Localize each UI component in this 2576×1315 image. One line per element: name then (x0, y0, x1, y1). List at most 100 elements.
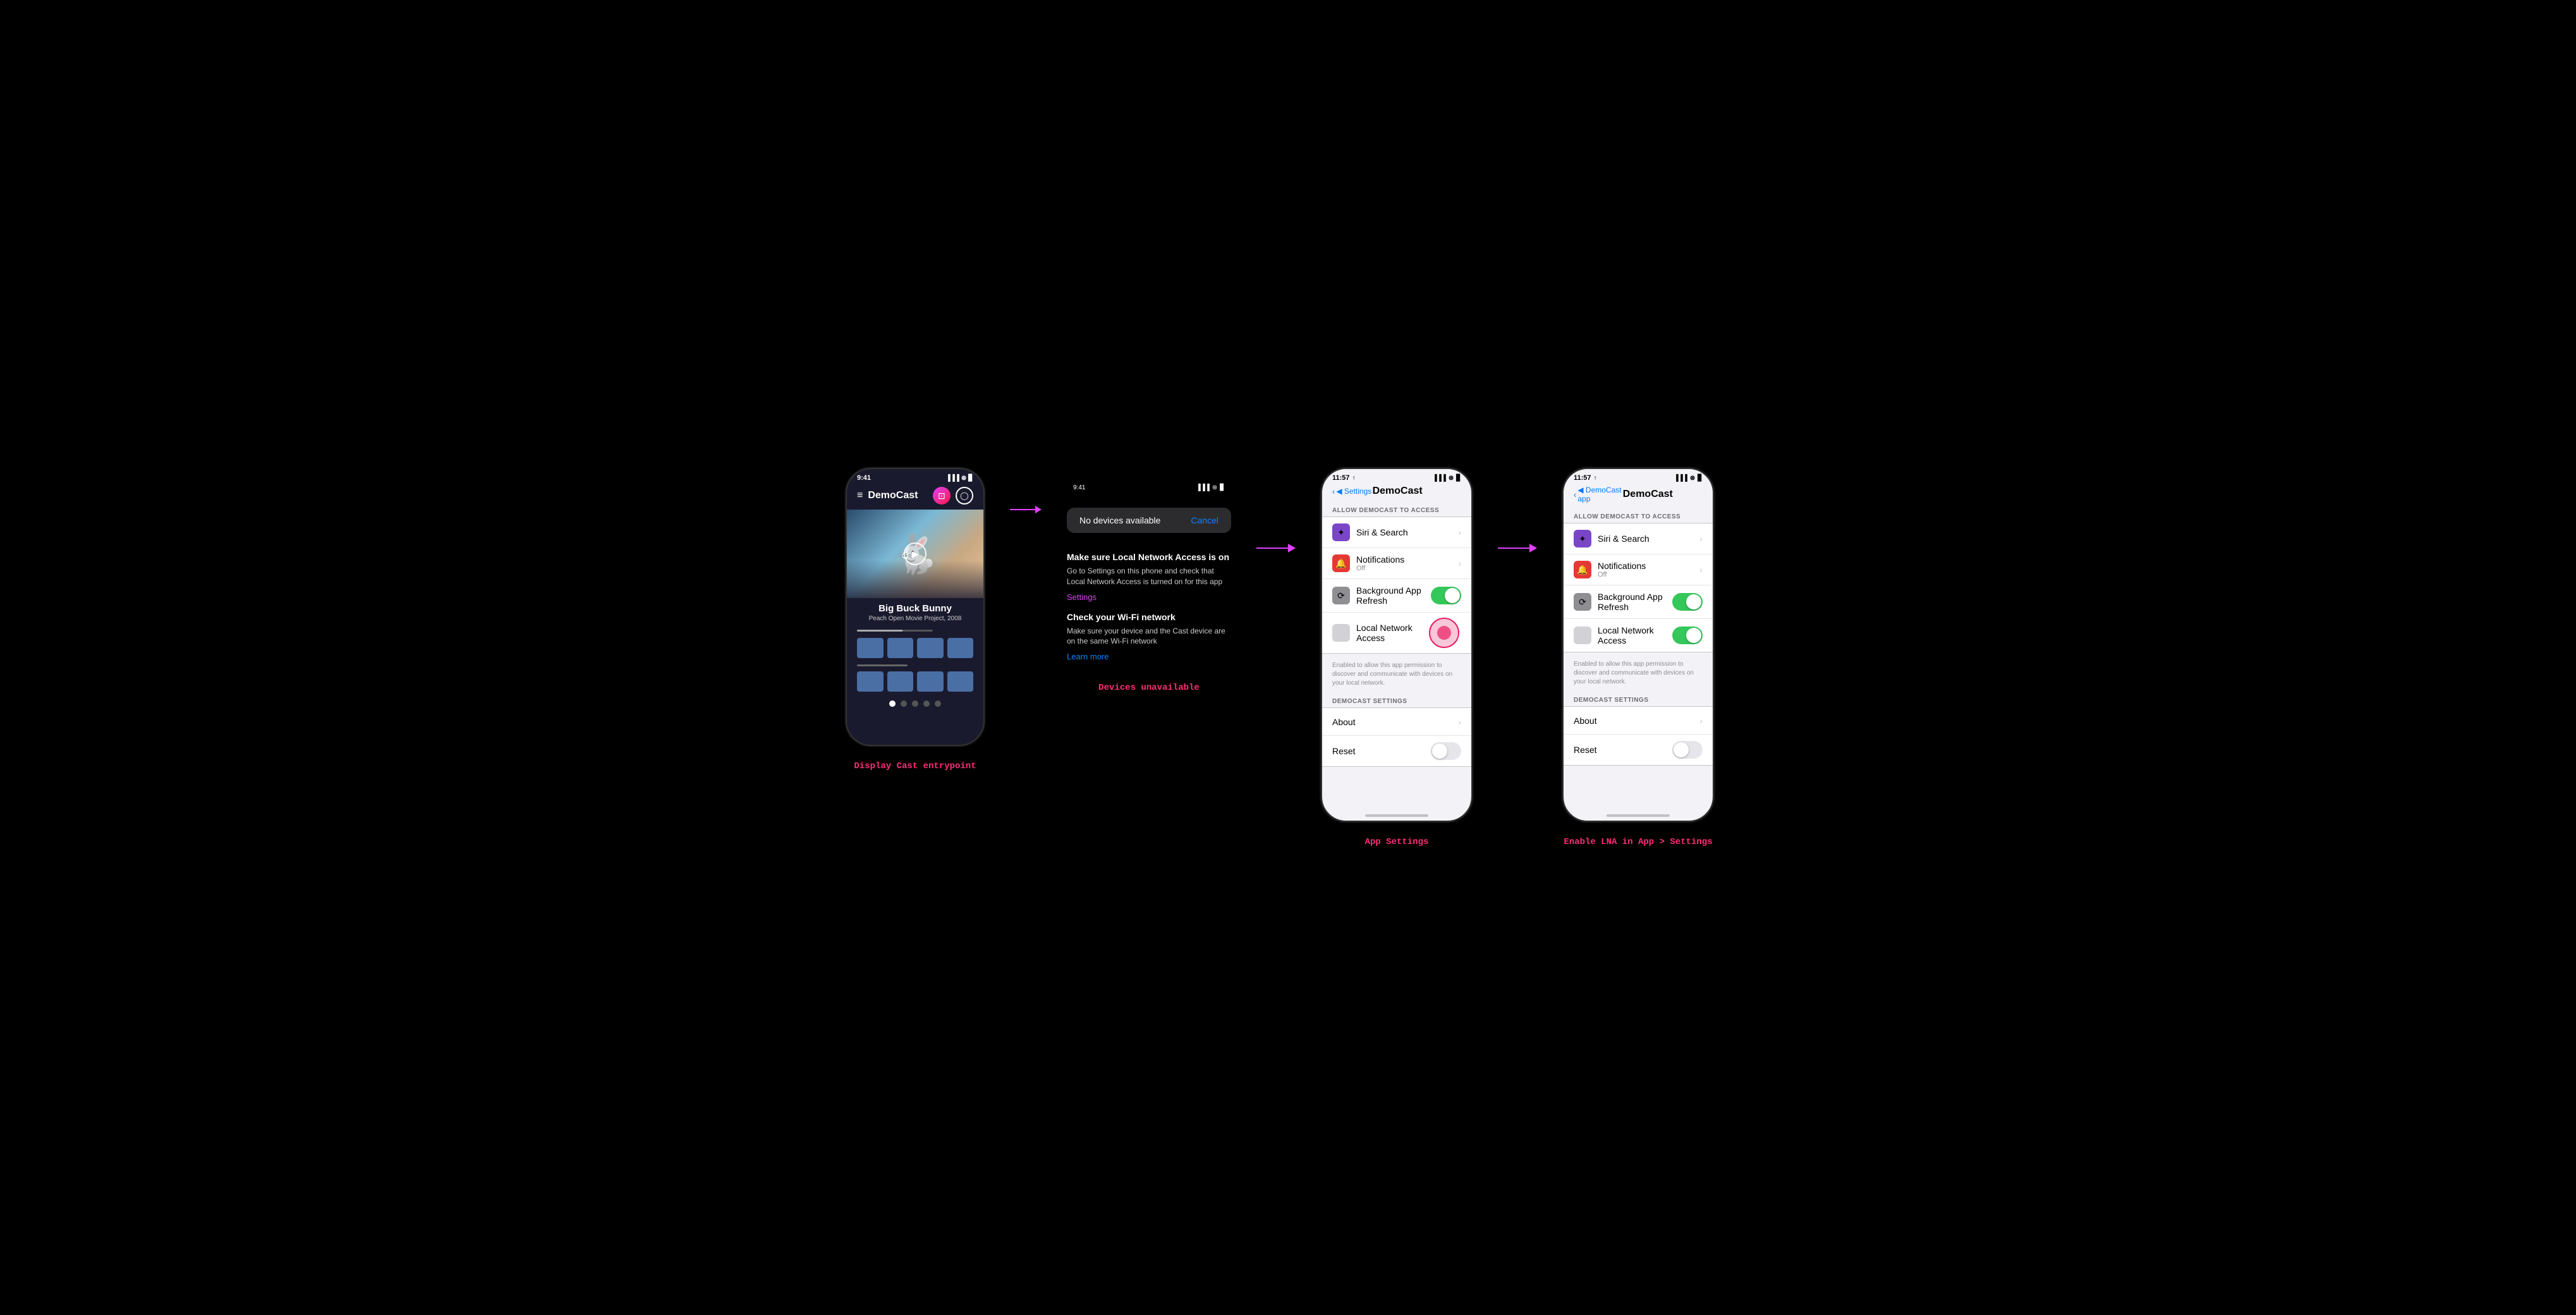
thumbnail-1[interactable] (857, 638, 884, 658)
row-notifications-4[interactable]: 🔔 Notifications Off › (1564, 554, 1713, 585)
arrow-1 (1010, 506, 1042, 513)
row-content-notif-3: Notifications Off (1356, 554, 1458, 572)
lna-desc-4: Enabled to allow this app permission to … (1564, 658, 1713, 692)
profile-icon[interactable]: ◯ (956, 487, 973, 505)
arrow-head-1 (1035, 506, 1042, 513)
chevron-about-3: › (1458, 717, 1461, 727)
progress-fill (857, 630, 902, 632)
siri-label-3: Siri & Search (1356, 527, 1458, 537)
lna-toggle-4[interactable] (1672, 627, 1703, 644)
row-content-reset-4: Reset (1574, 745, 1672, 755)
arrow-head-2 (1288, 544, 1296, 553)
row-content-about-4: About (1574, 716, 1699, 726)
row-siri-4[interactable]: ✦ Siri & Search › (1564, 523, 1713, 554)
movie-info: Big Buck Bunny Peach Open Movie Project,… (847, 598, 983, 627)
step3: 11:57 ↑ ▐▐▐ ⊛ ▊ ‹ ◀ Settings DemoCast (1321, 468, 1473, 847)
settings-list-democast-4: About › Reset (1564, 706, 1713, 766)
status-bar-dark: 9:41 ▐▐▐ ⊛ ▊ (1067, 480, 1231, 495)
learn-more-link[interactable]: Learn more (1067, 652, 1231, 661)
section-bar (847, 662, 983, 669)
dot-2[interactable] (901, 700, 907, 707)
dot-3[interactable] (912, 700, 918, 707)
back-label-4: ◀ DemoCast app (1577, 486, 1622, 503)
hamburger-icon[interactable]: ≡ (857, 490, 863, 501)
dot-4[interactable] (923, 700, 930, 707)
thumbnail-7[interactable] (917, 671, 944, 692)
row-content-bg-4: Background App Refresh (1598, 592, 1672, 612)
row-bg-refresh-4[interactable]: ⟳ Background App Refresh (1564, 585, 1713, 619)
settings-list-allow-3: ✦ Siri & Search › 🔔 Notifications Off › (1322, 517, 1471, 654)
row-about-4[interactable]: About › (1564, 707, 1713, 735)
dot-1[interactable] (889, 700, 896, 707)
status-left-3: 11:57 ↑ (1332, 474, 1356, 482)
wifi-4: ⊛ (1690, 475, 1695, 482)
row-lna-3[interactable]: Local Network Access (1322, 613, 1471, 653)
back-button-4[interactable]: ‹ ◀ DemoCast app (1574, 486, 1623, 503)
header-icons: ⊡ ◯ (933, 487, 973, 505)
siri-label-4: Siri & Search (1598, 534, 1699, 544)
bg-refresh-toggle-4[interactable] (1672, 593, 1703, 611)
back-button-3[interactable]: ‹ ◀ Settings (1332, 487, 1371, 496)
thumbnail-3[interactable] (917, 638, 944, 658)
row-about-3[interactable]: About › (1322, 708, 1471, 736)
click-inner-3 (1437, 626, 1451, 640)
notifications-sub-4: Off (1598, 571, 1699, 578)
cancel-button[interactable]: Cancel (1191, 515, 1218, 525)
location-icon-4: ↑ (1594, 475, 1597, 482)
step3-label: App Settings (1365, 837, 1429, 847)
thumbnail-5[interactable] (857, 671, 884, 692)
thumbnail-2[interactable] (887, 638, 914, 658)
chevron-notif-4: › (1699, 565, 1703, 575)
lna-desc-3: Enabled to allow this app permission to … (1322, 659, 1471, 693)
hero-area: 🐇 ▶ (847, 510, 983, 598)
play-button[interactable]: ▶ (904, 542, 927, 565)
row-siri-3[interactable]: ✦ Siri & Search › (1322, 517, 1471, 548)
row-bg-refresh-3[interactable]: ⟳ Background App Refresh (1322, 579, 1471, 613)
cast-icon[interactable]: ⊡ (933, 487, 951, 505)
row-content-bg-3: Background App Refresh (1356, 585, 1431, 606)
toggle-knob-lna-4 (1686, 628, 1701, 643)
settings-phone-2: 11:57 ↑ ▐▐▐ ⊛ ▊ ‹ ◀ DemoCast app DemoCas… (1562, 468, 1714, 822)
row-reset-4[interactable]: Reset (1564, 735, 1713, 765)
settings-phone-1: 11:57 ↑ ▐▐▐ ⊛ ▊ ‹ ◀ Settings DemoCast (1321, 468, 1473, 822)
time-1: 9:41 (857, 474, 871, 482)
movie-subtitle: Peach Open Movie Project, 2008 (857, 615, 973, 622)
movie-title: Big Buck Bunny (857, 603, 973, 614)
progress-bar[interactable] (857, 630, 933, 632)
home-indicator-4 (1607, 814, 1670, 817)
battery-3: ▊ (1456, 475, 1461, 482)
bg-refresh-toggle-3[interactable] (1431, 587, 1461, 604)
lna-toggle-area-3[interactable] (1427, 619, 1461, 647)
section-democast-4: DEMOCAST SETTINGS (1564, 692, 1713, 706)
bg-refresh-label-4: Background App Refresh (1598, 592, 1672, 612)
reset-label-4: Reset (1574, 745, 1672, 755)
signal-icon: ▐▐▐ (946, 475, 959, 482)
thumbnail-6[interactable] (887, 671, 914, 692)
battery-4: ▊ (1698, 475, 1703, 482)
thumbnail-8[interactable] (947, 671, 974, 692)
section-divider (857, 664, 908, 666)
signal-dark: ▐▐▐ (1196, 484, 1210, 491)
dot-5[interactable] (935, 700, 941, 707)
about-label-4: About (1574, 716, 1699, 726)
bg-refresh-label-3: Background App Refresh (1356, 585, 1431, 606)
reset-toggle-3[interactable] (1431, 742, 1461, 760)
settings-link[interactable]: Settings (1067, 592, 1231, 602)
app-title: DemoCast (868, 490, 933, 501)
reset-toggle-4[interactable] (1672, 741, 1703, 759)
lna-label-4: Local Network Access (1598, 625, 1672, 645)
step1-label: Display Cast entrypoint (854, 761, 976, 771)
location-icon-3: ↑ (1352, 475, 1356, 482)
thumbnail-4[interactable] (947, 638, 974, 658)
time-3: 11:57 (1332, 474, 1350, 482)
row-reset-3[interactable]: Reset (1322, 736, 1471, 766)
nav-title-3: DemoCast (1373, 486, 1423, 497)
back-chevron-4: ‹ (1574, 490, 1576, 499)
arrow-head-3 (1529, 544, 1537, 553)
battery-dark: ▊ (1220, 484, 1225, 491)
step1: 9:41 ▐▐▐ ⊛ ▊ ≡ DemoCast ⊡ ◯ 🐇 (846, 468, 985, 771)
row-notifications-3[interactable]: 🔔 Notifications Off › (1322, 548, 1471, 579)
row-lna-4[interactable]: Local Network Access (1564, 619, 1713, 652)
wifi-heading: Check your Wi-Fi network (1067, 612, 1231, 622)
bg-refresh-icon-4: ⟳ (1574, 593, 1591, 611)
